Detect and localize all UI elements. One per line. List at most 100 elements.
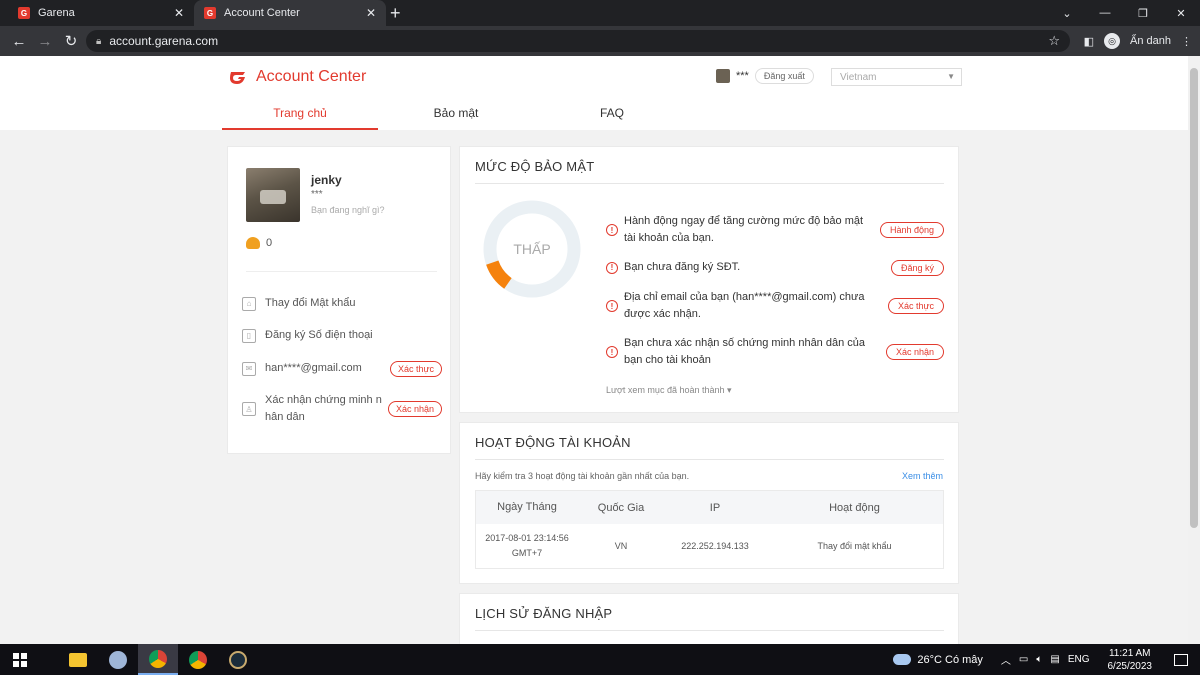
taskbar-app[interactable] — [98, 644, 138, 675]
bookmark-star-icon[interactable]: ☆ — [1048, 33, 1060, 49]
security-item: ! Hành động ngay để tăng cường mức độ bả… — [606, 213, 944, 247]
register-phone-button[interactable]: Đăng ký — [890, 259, 944, 276]
row-label: Xác nhận chứng minh n hân dân — [265, 394, 382, 423]
cell-ip: 222.252.194.133 — [681, 541, 749, 551]
nav-tab-security[interactable]: Bảo mật — [378, 98, 534, 130]
app-icon — [109, 650, 127, 669]
security-item-text: Bạn chưa xác nhận số chứng minh nhân dân… — [624, 337, 866, 366]
chrome-icon — [149, 649, 167, 668]
network-icon[interactable]: ▤ — [1050, 654, 1059, 665]
forward-icon[interactable]: → — [32, 33, 58, 50]
taskbar-file-explorer[interactable] — [58, 644, 98, 675]
activity-title: HOẠT ĐỘNG TÀI KHOẢN — [475, 435, 631, 450]
warning-icon: ! — [606, 224, 618, 236]
user-masked-name: *** — [736, 70, 749, 82]
folder-icon — [69, 652, 87, 667]
warning-icon: ! — [606, 261, 618, 274]
region-selected-value: Vietnam — [840, 72, 877, 83]
nav-tab-faq[interactable]: FAQ — [534, 98, 690, 130]
table-row: 2017-08-01 23:14:56 GMT+7 VN 222.252.194… — [476, 524, 943, 568]
scrollbar-thumb[interactable] — [1190, 68, 1198, 528]
profile-masked-id: *** — [311, 189, 323, 200]
start-button[interactable] — [0, 644, 40, 675]
person-icon: ♙ — [242, 402, 256, 416]
volume-icon[interactable]: 🔈︎ — [1036, 654, 1042, 665]
garena-favicon-icon: G — [204, 7, 216, 19]
profile-name: jenky — [311, 173, 342, 187]
browser-tab-garena[interactable]: G Garena ✕ — [8, 0, 194, 26]
side-panel-icon[interactable]: ◧ — [1084, 35, 1094, 48]
profile-status-placeholder[interactable]: Bạn đang nghĩ gì? — [311, 205, 385, 215]
back-icon[interactable]: ← — [6, 33, 32, 50]
register-phone-link[interactable]: ▯ Đăng ký Số điện thoại — [242, 327, 442, 344]
row-label: Đăng ký Số điện thoại — [265, 329, 373, 341]
clock[interactable]: 11:21 AM 6/25/2023 — [1108, 647, 1153, 673]
verify-email-button[interactable]: Xác thực — [389, 360, 442, 377]
history-title: LỊCH SỬ ĐĂNG NHẬP — [475, 606, 613, 621]
menu-kebab-icon[interactable]: ⋮ — [1181, 35, 1192, 48]
language-indicator[interactable]: ENG — [1068, 654, 1090, 665]
tab-title: Account Center — [224, 7, 300, 19]
toolbar-right: ◧ ◎ Ẩn danh ⋮ — [1084, 30, 1192, 52]
cell-action: Thay đổi mật khẩu — [817, 541, 892, 551]
activity-table: Ngày Tháng Quốc Gia IP Hoạt động 2017-08… — [475, 490, 944, 569]
user-thumbnail[interactable] — [716, 69, 730, 83]
new-tab-button[interactable]: + — [390, 3, 401, 23]
security-title: MỨC ĐỘ BẢO MẬT — [475, 159, 595, 174]
take-action-button[interactable]: Hành động — [879, 222, 944, 238]
completed-items-toggle[interactable]: Lượt xem mục đã hoàn thành ▾ — [606, 385, 732, 396]
nav-tab-home[interactable]: Trang chủ — [222, 98, 378, 130]
confirm-id-button[interactable]: Xác nhận — [885, 344, 944, 360]
avatar[interactable] — [246, 168, 300, 222]
browser-tab-account-center[interactable]: G Account Center ✕ — [194, 0, 386, 26]
reload-icon[interactable]: ↻ — [58, 32, 84, 50]
notification-icon[interactable] — [1174, 653, 1188, 666]
page-scrollbar[interactable] — [1188, 56, 1200, 644]
see-more-link[interactable]: Xem thêm — [902, 471, 943, 481]
tab-title: Garena — [38, 7, 75, 19]
chevron-up-icon[interactable]: ︿ — [1001, 652, 1011, 667]
shells-balance: 0 — [246, 237, 272, 249]
account-activity-card: HOẠT ĐỘNG TÀI KHOẢN Hãy kiểm tra 3 hoạt … — [459, 422, 959, 584]
lock-icon[interactable]: 🔒︎ — [96, 36, 101, 47]
column-header: Ngày Tháng — [497, 501, 557, 513]
incognito-label[interactable]: Ẩn danh — [1130, 35, 1171, 47]
url-text: account.garena.com — [109, 34, 219, 48]
logout-button[interactable]: Đăng xuất — [754, 68, 814, 84]
system-tray: 26°C Có mây ︿ ▭ 🔈︎ ▤ ENG 11:21 AM 6/25/2… — [893, 644, 1200, 675]
column-header: Hoạt động — [829, 501, 880, 514]
tab-close-icon[interactable]: ✕ — [366, 6, 376, 20]
logo-text: Account Center — [256, 68, 367, 85]
activity-hint: Hãy kiểm tra 3 hoạt động tài khoản gần n… — [475, 471, 690, 481]
security-level-label: THẤP — [513, 241, 551, 257]
weather-widget[interactable]: 26°C Có mây — [893, 654, 983, 666]
divider — [475, 183, 944, 184]
change-password-link[interactable]: ⌂ Thay đổi Mật khẩu — [242, 295, 442, 312]
incognito-icon[interactable]: ◎ — [1104, 33, 1121, 49]
window-close-icon[interactable]: ✕ — [1162, 0, 1200, 26]
league-icon — [229, 650, 247, 669]
caret-down-icon: ▾ — [727, 385, 732, 395]
security-item: ! Bạn chưa xác nhận số chứng minh nhân d… — [606, 335, 944, 369]
site-header: Account Center *** Đăng xuất Vietnam ▼ T… — [0, 56, 1188, 130]
garena-favicon-icon: G — [18, 7, 30, 19]
taskbar-chrome-active[interactable] — [138, 644, 178, 675]
warning-icon: ! — [606, 300, 618, 312]
taskbar-league[interactable] — [218, 644, 258, 675]
tab-close-icon[interactable]: ✕ — [174, 6, 184, 20]
site-logo[interactable]: Account Center — [228, 68, 366, 86]
confirm-id-button[interactable]: Xác nhận — [387, 401, 442, 417]
restore-icon[interactable]: ❐ — [1124, 0, 1162, 26]
address-bar[interactable]: 🔒︎ account.garena.com ☆ — [86, 30, 1070, 52]
cloud-icon — [893, 654, 912, 665]
taskbar-chrome[interactable] — [178, 644, 218, 675]
shells-count: 0 — [266, 237, 273, 249]
region-select[interactable]: Vietnam ▼ — [831, 68, 962, 86]
minimize-icon[interactable]: — — [1086, 0, 1124, 26]
battery-icon[interactable]: ▭ — [1019, 654, 1028, 665]
chevron-down-icon: ▼ — [947, 72, 955, 81]
verify-email-button[interactable]: Xác thực — [887, 298, 944, 314]
browser-toolbar: ← → ↻ 🔒︎ account.garena.com ☆ ◧ ◎ Ẩn dan… — [0, 26, 1200, 56]
os-taskbar: 26°C Có mây ︿ ▭ 🔈︎ ▤ ENG 11:21 AM 6/25/2… — [0, 644, 1200, 675]
tab-search-icon[interactable]: ⌄ — [1048, 0, 1086, 26]
